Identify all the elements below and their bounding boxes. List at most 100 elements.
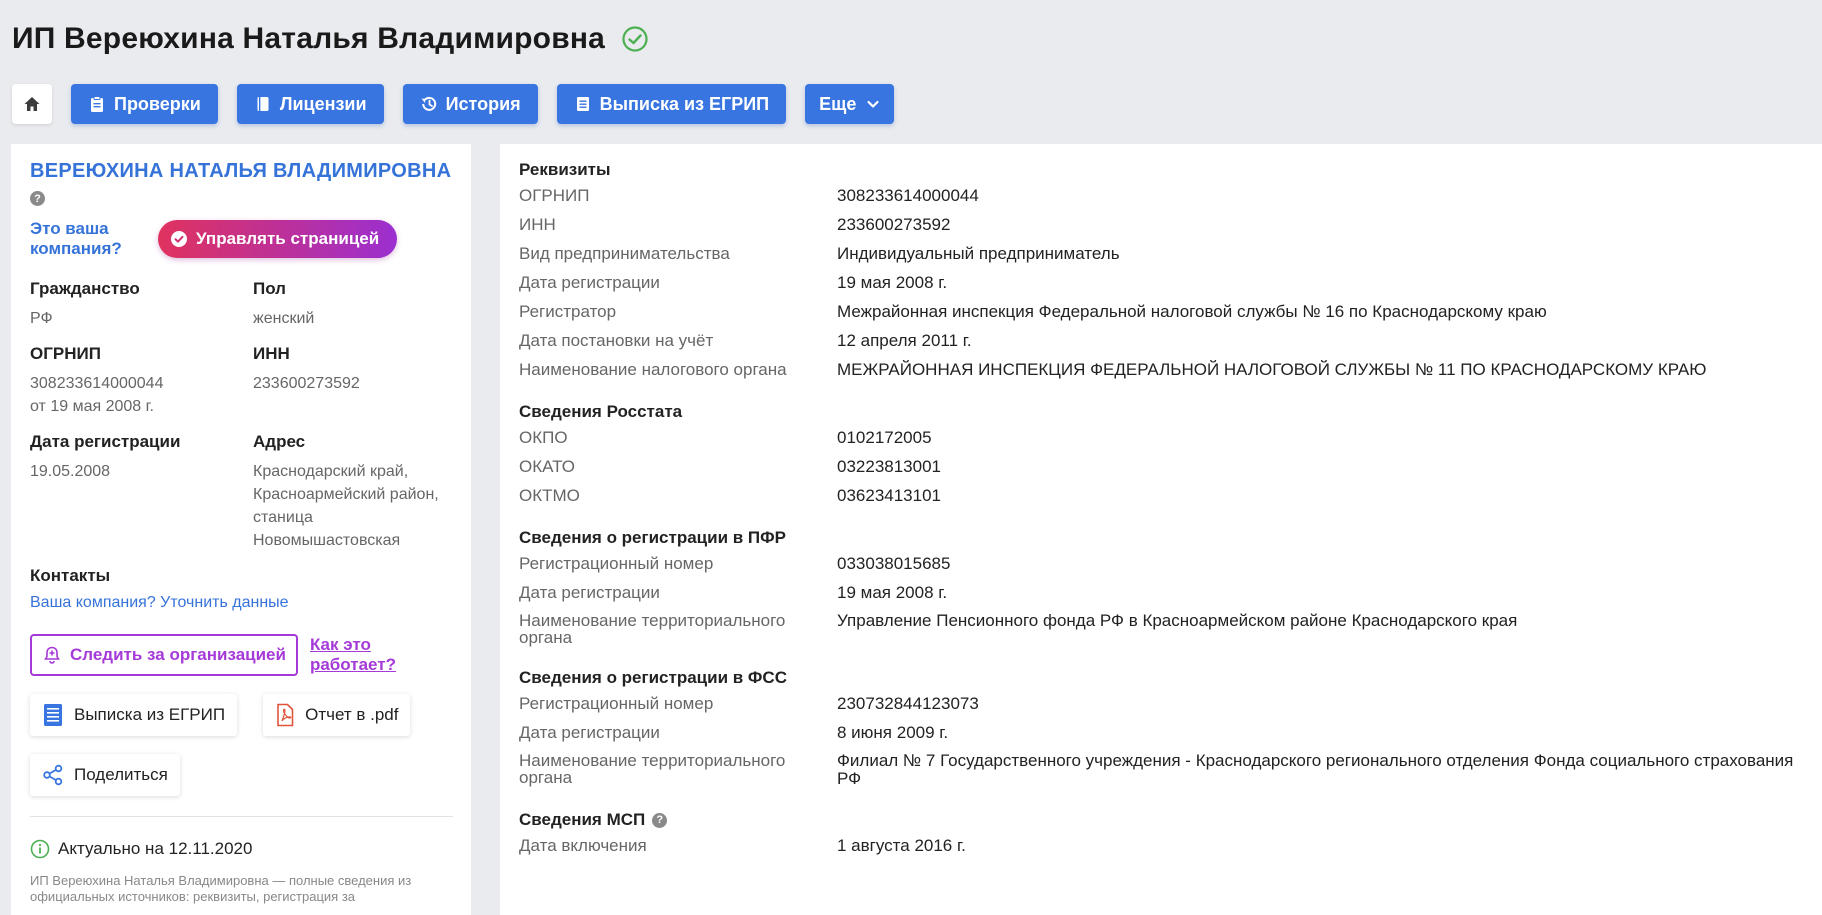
inn-value: 233600273592 [253, 374, 360, 392]
detail-key: Дата постановки на учёт [519, 331, 714, 350]
share-icon [43, 764, 63, 785]
verified-check-icon [622, 26, 648, 52]
update-data-link[interactable]: Ваша компания? Уточнить данные [30, 594, 452, 612]
section-msp: Сведения МСП ? Дата включения 1 августа 2… [519, 810, 1803, 856]
detail-row: Дата постановки на учёт 12 апреля 2011 г. [519, 331, 1803, 351]
detail-key: ОКТМО [519, 486, 580, 505]
detail-key: Дата регистрации [519, 583, 660, 602]
section-title: Реквизиты [519, 160, 611, 179]
nav-button-egrip-extract[interactable]: Выписка из ЕГРИП [556, 84, 787, 124]
manage-page-button[interactable]: Управлять страницей [158, 219, 398, 258]
nav-button-checks-label: Проверки [114, 93, 201, 114]
detail-key: ОГРНИП [519, 186, 590, 205]
page-title: ИП Вереюхина Наталья Владимировна [12, 22, 606, 55]
ogrnip-value: 308233614000044 [30, 374, 164, 392]
detail-key: Регистрационный номер [519, 694, 714, 713]
clipboard-icon [91, 96, 103, 112]
nav-button-checks[interactable]: Проверки [71, 84, 218, 124]
ogrnip-label: ОГРНИП [30, 343, 101, 363]
section-title: Сведения о регистрации в ФСС [519, 668, 787, 687]
detail-key: Дата регистрации [519, 723, 660, 742]
detail-value: 03623413101 [837, 486, 942, 505]
share-label: Поделиться [74, 764, 168, 784]
detail-row: Дата регистрации 8 июня 2009 г. [519, 723, 1803, 743]
detail-row: ИНН 233600273592 [519, 215, 1803, 235]
detail-row: ОКАТО 03223813001 [519, 457, 1803, 477]
actuality-date: Актуально на 12.11.2020 [58, 838, 253, 858]
citizenship-value: РФ [30, 309, 53, 327]
detail-value: 1 августа 2016 г. [837, 836, 966, 855]
detail-key: Наименование территориального органа [519, 611, 786, 647]
detail-row: Наименование налогового органа МЕЖРАЙОННА… [519, 360, 1803, 380]
detail-row: Дата регистрации 19 мая 2008 г. [519, 583, 1803, 603]
detail-key: Вид предпринимательства [519, 244, 730, 263]
detail-key: Наименование территориального органа [519, 751, 786, 787]
help-icon[interactable]: ? [30, 191, 45, 206]
detail-value: 8 июня 2009 г. [837, 723, 949, 742]
share-button[interactable]: Поделиться [30, 753, 180, 796]
detail-value: 03223813001 [837, 457, 942, 476]
nav-button-licenses-label: Лицензии [279, 93, 367, 114]
pdf-report-label: Отчет в .pdf [305, 704, 399, 724]
manage-page-label: Управлять страницей [196, 228, 380, 248]
gender-label: Пол [253, 278, 286, 298]
nav-button-licenses[interactable]: Лицензии [236, 84, 384, 124]
pdf-icon [277, 703, 294, 726]
home-button[interactable] [12, 84, 52, 124]
your-company-link[interactable]: Это ваша компания? [30, 219, 140, 259]
detail-row: Дата включения 1 августа 2016 г. [519, 836, 1803, 856]
page-header: ИП Вереюхина Наталья Владимировна [12, 22, 649, 56]
bell-plus-icon [44, 646, 60, 664]
section-title: Сведения Росстата [519, 402, 683, 421]
detail-key: Регистратор [519, 302, 617, 321]
detail-value: 19 мая 2008 г. [837, 273, 948, 292]
detail-value: 233600273592 [837, 215, 951, 234]
detail-row: Наименование территориального органа Упра… [519, 611, 1803, 647]
follow-organization-button[interactable]: Следить за организацией [30, 633, 298, 676]
detail-row: ОКПО 0102172005 [519, 428, 1803, 448]
follow-organization-label: Следить за организацией [70, 644, 286, 664]
document-icon [576, 97, 589, 111]
shield-check-icon [171, 230, 187, 247]
book-icon [257, 97, 269, 111]
section-requisites: Реквизиты ОГРНИП 308233614000044 ИНН 23360… [519, 160, 1803, 380]
section-title: Сведения о регистрации в ПФР [519, 528, 786, 547]
nav-button-more[interactable]: Еще [805, 84, 895, 124]
detail-value: Управление Пенсионного фонда РФ в Красно… [837, 611, 1518, 630]
detail-value: МЕЖРАЙОННАЯ ИНСПЕКЦИЯ ФЕДЕРАЛЬНОЙ НАЛОГО… [837, 360, 1707, 379]
section-pfr: Сведения о регистрации в ПФР Регистрацио… [519, 528, 1803, 646]
detail-key: ИНН [519, 215, 556, 234]
detail-key: Регистрационный номер [519, 554, 714, 573]
how-it-works-link[interactable]: Как это работает? [310, 635, 410, 675]
detail-row: ОКТМО 03623413101 [519, 486, 1803, 506]
detail-value: Филиал № 7 Государственного учреждения -… [837, 751, 1794, 788]
nav-button-history[interactable]: История [402, 84, 538, 124]
nav-button-egrip-extract-label: Выписка из ЕГРИП [599, 93, 770, 114]
detail-value: Межрайонная инспекция Федеральной налого… [837, 302, 1547, 321]
detail-key: Дата регистрации [519, 273, 660, 292]
company-summary-card: ВЕРЕЮХИНА НАТАЛЬЯ ВЛАДИМИРОВНА ? Это ваш… [11, 144, 471, 915]
detail-value: 12 апреля 2011 г. [837, 331, 972, 350]
details-card: Реквизиты ОГРНИП 308233614000044 ИНН 23360… [500, 144, 1822, 915]
detail-row: Дата регистрации 19 мая 2008 г. [519, 273, 1803, 293]
pdf-report-button[interactable]: Отчет в .pdf [263, 693, 411, 736]
detail-value: 033038015685 [837, 554, 951, 573]
address-label: Адрес [253, 431, 306, 451]
detail-row: Регистратор Межрайонная инспекция Федерал… [519, 302, 1803, 322]
detail-key: ОКАТО [519, 457, 575, 476]
section-fss: Сведения о регистрации в ФСС Регистрацио… [519, 668, 1803, 788]
section-rosstat: Сведения Росстата ОКПО 0102172005 ОКАТО 03… [519, 402, 1803, 506]
help-icon[interactable]: ? [652, 812, 668, 828]
detail-value: 230732844123073 [837, 694, 979, 713]
detail-row: Наименование территориального органа Фили… [519, 752, 1803, 788]
section-title: Сведения МСП [519, 810, 646, 829]
egrip-extract-button[interactable]: Выписка из ЕГРИП [30, 693, 238, 736]
inn-label: ИНН [253, 343, 290, 363]
detail-row: Регистрационный номер 230732844123073 [519, 694, 1803, 714]
detail-row: Регистрационный номер 033038015685 [519, 554, 1803, 574]
ogrnip-date: от 19 мая 2008 г. [30, 397, 154, 415]
divider [30, 815, 453, 817]
info-icon [30, 839, 50, 858]
nav-button-more-label: Еще [819, 93, 857, 114]
detail-value: 308233614000044 [837, 186, 979, 205]
